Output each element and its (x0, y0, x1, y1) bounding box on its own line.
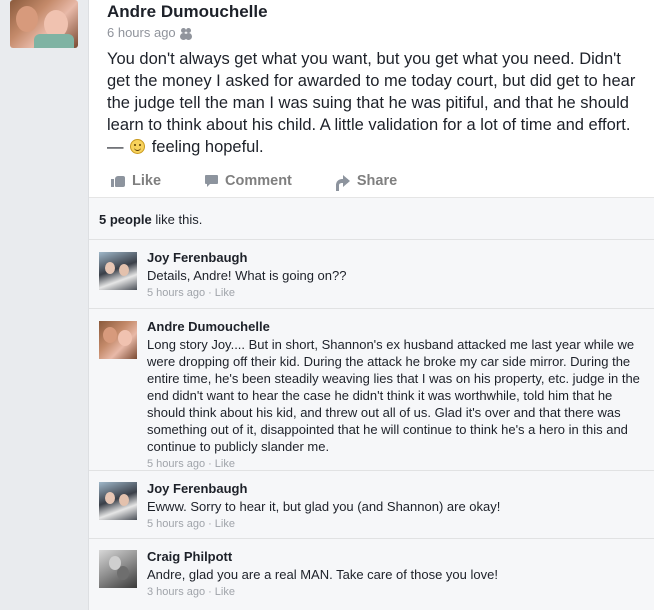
page: Andre Dumouchelle 6 hours ago You don't … (0, 0, 654, 610)
post-feeling: feeling hopeful. (151, 138, 264, 156)
comment-meta: 5 hours ago · Like (147, 287, 235, 299)
like-button[interactable]: Like (111, 173, 161, 189)
comment-body: Andre Dumouchelle Long story Joy.... But… (147, 319, 647, 470)
share-arrow-icon (335, 174, 350, 191)
like-label: Like (132, 172, 162, 189)
comment-like-link[interactable]: Like (215, 586, 235, 598)
comment-item: Craig Philpott Andre, glad you are a rea… (89, 539, 654, 610)
author-avatar[interactable] (10, 0, 78, 48)
commenter-avatar[interactable] (99, 252, 137, 290)
comment-timestamp[interactable]: 5 hours ago (147, 287, 205, 299)
comment-like-link[interactable]: Like (215, 518, 235, 530)
likes-count-link[interactable]: 5 people (99, 212, 152, 227)
comment-item: Andre Dumouchelle Long story Joy.... But… (89, 309, 654, 471)
post-timestamp[interactable]: 6 hours ago (107, 25, 176, 40)
post-meta: 6 hours ago (107, 25, 268, 40)
commenter-name[interactable]: Andre Dumouchelle (147, 319, 647, 334)
comment-body: Joy Ferenbaugh Details, Andre! What is g… (147, 250, 647, 299)
comment-button[interactable]: Comment (205, 173, 292, 189)
likes-suffix: like this. (151, 212, 203, 227)
comment-meta: 3 hours ago · Like (147, 586, 235, 598)
comment-timestamp[interactable]: 3 hours ago (147, 586, 205, 598)
comment-timestamp[interactable]: 5 hours ago (147, 458, 205, 470)
post-header: Andre Dumouchelle 6 hours ago (107, 2, 268, 40)
commenter-name[interactable]: Joy Ferenbaugh (147, 250, 647, 265)
comment-text: Long story Joy.... But in short, Shannon… (147, 337, 640, 454)
friends-privacy-icon[interactable] (180, 28, 192, 37)
comment-meta: 5 hours ago · Like (147, 458, 235, 470)
comment-label: Comment (225, 172, 292, 189)
likes-summary: 5 people like this. (89, 198, 654, 240)
comment-like-link[interactable]: Like (215, 458, 235, 470)
comment-like-link[interactable]: Like (215, 287, 235, 299)
comment-body: Joy Ferenbaugh Ewww. Sorry to hear it, b… (147, 481, 647, 530)
commenter-avatar[interactable] (99, 550, 137, 588)
commenter-name[interactable]: Joy Ferenbaugh (147, 481, 647, 496)
commenter-avatar[interactable] (99, 482, 137, 520)
share-button[interactable]: Share (335, 172, 398, 191)
comment-text: Andre, glad you are a real MAN. Take car… (147, 567, 498, 582)
post-author-name[interactable]: Andre Dumouchelle (107, 2, 268, 22)
post-card: Andre Dumouchelle 6 hours ago You don't … (88, 0, 654, 610)
comment-timestamp[interactable]: 5 hours ago (147, 518, 205, 530)
post-actions: Like Comment Share (89, 164, 654, 198)
commenter-avatar[interactable] (99, 321, 137, 359)
comment-text: Details, Andre! What is going on?? (147, 268, 347, 283)
smiley-face-icon (130, 139, 146, 154)
comment-body: Craig Philpott Andre, glad you are a rea… (147, 549, 647, 598)
comment-item: Joy Ferenbaugh Details, Andre! What is g… (89, 240, 654, 309)
comment-meta: 5 hours ago · Like (147, 518, 235, 530)
share-label: Share (356, 172, 398, 189)
comment-bubble-icon (205, 174, 219, 187)
commenter-name[interactable]: Craig Philpott (147, 549, 647, 564)
comment-item: Joy Ferenbaugh Ewww. Sorry to hear it, b… (89, 471, 654, 539)
comment-text: Ewww. Sorry to hear it, but glad you (an… (147, 499, 501, 514)
thumbs-up-icon (111, 175, 125, 187)
post-text: You don't always get what you want, but … (107, 48, 643, 158)
